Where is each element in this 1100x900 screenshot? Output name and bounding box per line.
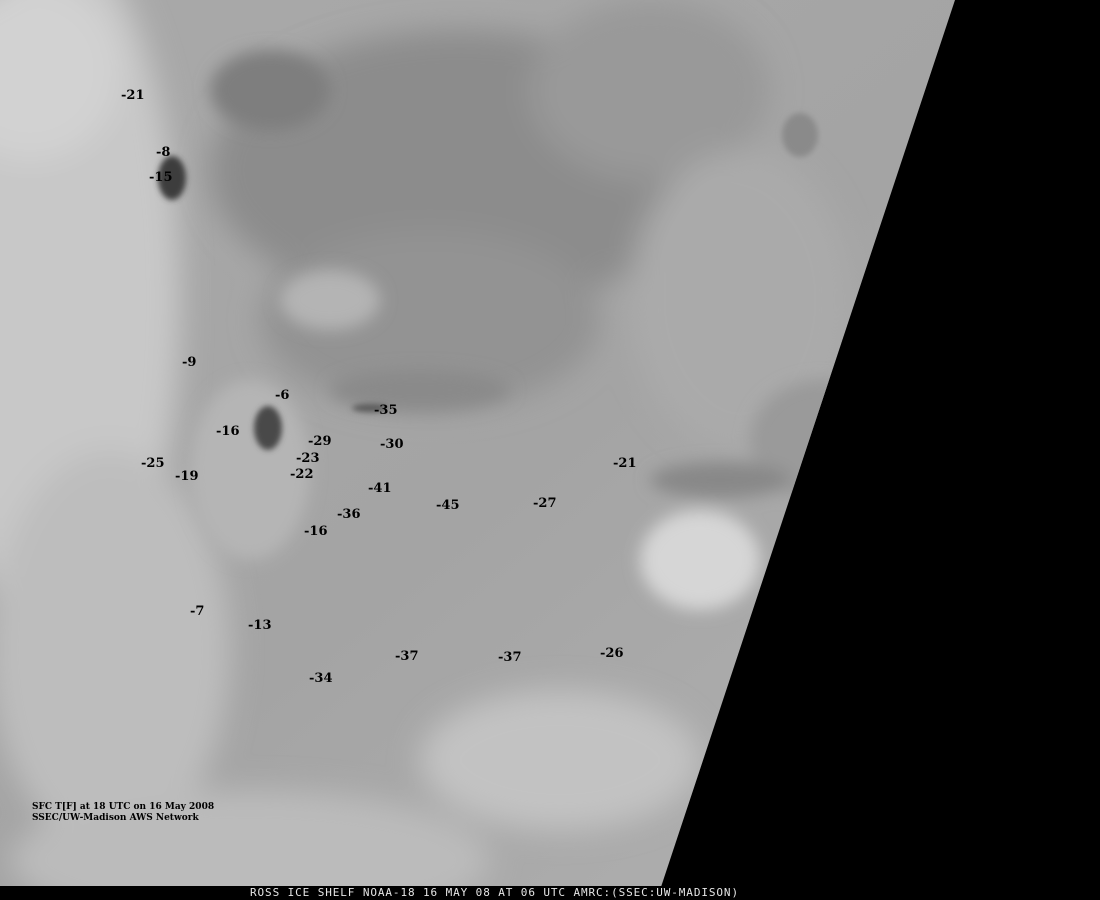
temp-label: -19 <box>175 469 199 484</box>
legend-source: SSEC/UW-Madison AWS Network <box>32 813 199 823</box>
temp-label: -13 <box>248 618 272 633</box>
temp-label: -29 <box>308 434 332 449</box>
temp-label: -37 <box>395 649 419 664</box>
temp-label: -7 <box>190 604 205 619</box>
temp-label: -25 <box>141 456 165 471</box>
temp-label: -45 <box>436 498 460 513</box>
temp-label: -9 <box>182 355 197 370</box>
temp-label: -34 <box>309 671 333 686</box>
temp-label: -37 <box>498 650 522 665</box>
temp-label: -21 <box>613 456 637 471</box>
temp-label: -8 <box>156 145 171 160</box>
legend-title: SFC T[F] at 18 UTC on 16 May 2008 <box>32 802 215 812</box>
temp-label: -36 <box>337 507 361 522</box>
temp-label: -21 <box>121 88 145 103</box>
map-legend: SFC T[F] at 18 UTC on 16 May 2008 SSEC/U… <box>32 802 214 824</box>
temp-label: -23 <box>296 451 320 466</box>
temp-label: -6 <box>275 388 290 403</box>
temp-label: -30 <box>380 437 404 452</box>
temp-label: -22 <box>290 467 314 482</box>
satellite-map: -21 -8 -15 -9 -6 -35 -16 -29 -30 -23 -25… <box>0 0 1100 900</box>
temp-label: -35 <box>374 403 398 418</box>
image-caption: ROSS ICE SHELF NOAA-18 16 MAY 08 AT 06 U… <box>250 886 739 899</box>
temp-label: -41 <box>368 481 392 496</box>
temp-label: -15 <box>149 170 173 185</box>
temp-label: -27 <box>533 496 557 511</box>
temp-label: -26 <box>600 646 624 661</box>
temp-label: -16 <box>304 524 328 539</box>
satellite-image <box>0 0 955 890</box>
temp-label: -16 <box>216 424 240 439</box>
